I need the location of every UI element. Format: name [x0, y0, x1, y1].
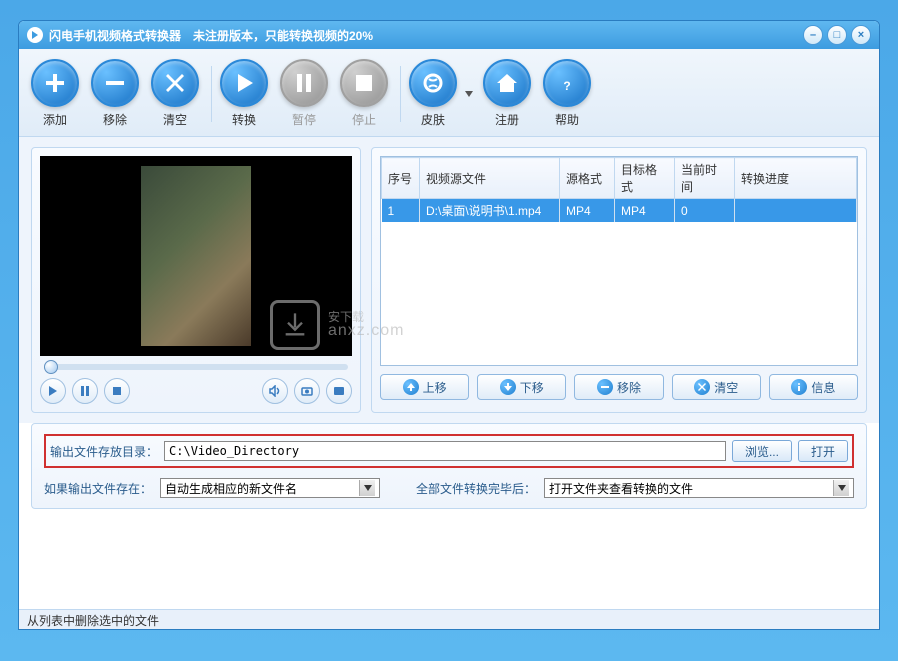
minus-icon: [91, 59, 139, 107]
titlebar-text: 闪电手机视频格式转换器 未注册版本，只能转换视频的20%: [49, 27, 803, 44]
question-icon: ?: [543, 59, 591, 107]
arrow-down-icon: [500, 379, 516, 395]
plus-icon: [31, 59, 79, 107]
info-icon: [791, 379, 807, 395]
table-header-row: 序号 视频源文件 源格式 目标格式 当前时间 转换进度: [382, 158, 857, 199]
move-down-button[interactable]: 下移: [477, 374, 566, 400]
after-label: 全部文件转换完毕后：: [416, 480, 536, 497]
snapshot-button[interactable]: [294, 378, 320, 404]
move-up-button[interactable]: 上移: [380, 374, 469, 400]
window-buttons: – □ ×: [803, 25, 871, 45]
exists-label: 如果输出文件存在：: [44, 480, 152, 497]
list-info-button[interactable]: 信息: [769, 374, 858, 400]
fullscreen-button[interactable]: [326, 378, 352, 404]
col-source[interactable]: 视频源文件: [420, 158, 560, 199]
options-row: 如果输出文件存在： 自动生成相应的新文件名 全部文件转换完毕后： 打开文件夹查看…: [44, 478, 854, 498]
video-thumbnail: [141, 166, 251, 346]
table-row[interactable]: 1 D:\桌面\说明书\1.mp4 MP4 MP4 0: [382, 199, 857, 223]
help-button[interactable]: ? 帮助: [543, 59, 591, 128]
home-icon: [483, 59, 531, 107]
output-dir-row: 输出文件存放目录： 浏览... 打开: [44, 434, 854, 468]
exists-combo[interactable]: 自动生成相应的新文件名: [160, 478, 380, 498]
preview-panel: [31, 147, 361, 413]
seek-slider[interactable]: [44, 364, 348, 370]
file-table[interactable]: 序号 视频源文件 源格式 目标格式 当前时间 转换进度 1 D:\桌面\说明书\…: [380, 156, 858, 366]
main-toolbar: 添加 移除 清空 转换 暂停 停止 皮肤 注册: [19, 49, 879, 137]
status-bar: 从列表中删除选中的文件: [19, 609, 879, 629]
col-srcfmt[interactable]: 源格式: [560, 158, 615, 199]
output-settings: 输出文件存放目录： 浏览... 打开 如果输出文件存在： 自动生成相应的新文件名…: [31, 423, 867, 509]
file-list-panel: 序号 视频源文件 源格式 目标格式 当前时间 转换进度 1 D:\桌面\说明书\…: [371, 147, 867, 413]
chevron-down-icon: [359, 480, 375, 496]
skin-icon: [409, 59, 457, 107]
outdir-input[interactable]: [164, 441, 726, 461]
stop-icon: [340, 59, 388, 107]
minimize-button[interactable]: –: [803, 25, 823, 45]
convert-button[interactable]: 转换: [220, 59, 268, 128]
minus-icon: [597, 379, 613, 395]
preview-play-button[interactable]: [40, 378, 66, 404]
after-combo[interactable]: 打开文件夹查看转换的文件: [544, 478, 854, 498]
preview-controls: [40, 378, 352, 404]
status-text: 从列表中删除选中的文件: [27, 614, 159, 628]
col-index[interactable]: 序号: [382, 158, 420, 199]
col-progress[interactable]: 转换进度: [735, 158, 857, 199]
browse-button[interactable]: 浏览...: [732, 440, 792, 462]
volume-button[interactable]: [262, 378, 288, 404]
remove-button[interactable]: 移除: [91, 59, 139, 128]
titlebar: 闪电手机视频格式转换器 未注册版本，只能转换视频的20% – □ ×: [19, 21, 879, 49]
outdir-label: 输出文件存放目录：: [50, 443, 158, 460]
toolbar-separator: [211, 66, 212, 122]
list-actions: 上移 下移 移除 清空 信息: [380, 374, 858, 400]
stop-button[interactable]: 停止: [340, 59, 388, 128]
clear-button[interactable]: 清空: [151, 59, 199, 128]
app-icon: [27, 27, 43, 43]
chevron-down-icon: [833, 480, 849, 496]
add-button[interactable]: 添加: [31, 59, 79, 128]
toolbar-separator: [400, 66, 401, 122]
pause-icon: [280, 59, 328, 107]
maximize-button[interactable]: □: [827, 25, 847, 45]
list-clear-button[interactable]: 清空: [672, 374, 761, 400]
skin-dropdown-icon[interactable]: [463, 70, 475, 118]
col-curtime[interactable]: 当前时间: [675, 158, 735, 199]
pause-button[interactable]: 暂停: [280, 59, 328, 128]
skin-button[interactable]: 皮肤: [409, 59, 457, 128]
svg-text:?: ?: [563, 79, 570, 93]
preview-stop-button[interactable]: [104, 378, 130, 404]
preview-pause-button[interactable]: [72, 378, 98, 404]
register-button[interactable]: 注册: [483, 59, 531, 128]
close-button[interactable]: ×: [851, 25, 871, 45]
col-dstfmt[interactable]: 目标格式: [615, 158, 675, 199]
play-icon: [220, 59, 268, 107]
open-button[interactable]: 打开: [798, 440, 848, 462]
x-icon: [694, 379, 710, 395]
list-remove-button[interactable]: 移除: [574, 374, 663, 400]
arrow-up-icon: [403, 379, 419, 395]
video-preview: [40, 156, 352, 356]
slider-thumb[interactable]: [44, 360, 58, 374]
app-window: 闪电手机视频格式转换器 未注册版本，只能转换视频的20% – □ × 添加 移除…: [18, 20, 880, 630]
x-icon: [151, 59, 199, 107]
content-area: 序号 视频源文件 源格式 目标格式 当前时间 转换进度 1 D:\桌面\说明书\…: [19, 137, 879, 423]
